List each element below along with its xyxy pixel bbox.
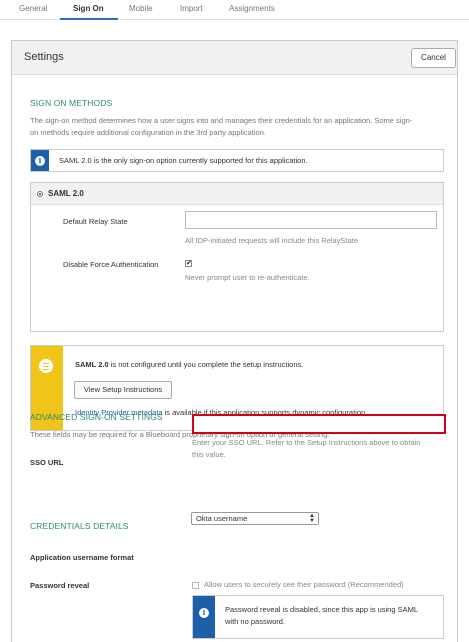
password-reveal-label: Password reveal bbox=[30, 581, 90, 590]
info-strip: i bbox=[193, 596, 215, 638]
saml-option-label: SAML 2.0 bbox=[48, 189, 84, 198]
info-icon: i bbox=[199, 608, 209, 618]
password-info-line-2: with no password. bbox=[225, 617, 286, 626]
relay-state-hint: All IDP-initiated requests will include … bbox=[185, 236, 358, 245]
password-info-line-1: Password reveal is disabled, since this … bbox=[225, 605, 419, 614]
saml-only-info-box: i SAML 2.0 is the only sign-on option cu… bbox=[30, 149, 444, 172]
tab-general[interactable]: General bbox=[19, 4, 47, 13]
sso-url-input[interactable] bbox=[192, 414, 446, 434]
password-reveal-checkbox[interactable] bbox=[192, 582, 199, 589]
sso-url-hint: Enter your SSO URL. Refer to the Setup I… bbox=[192, 437, 452, 461]
tab-mobile[interactable]: Mobile bbox=[129, 4, 153, 13]
setup-message-strong: SAML 2.0 bbox=[75, 360, 109, 369]
relay-state-input[interactable] bbox=[185, 211, 437, 229]
description-line-1: The sign-on method determines how a user… bbox=[30, 116, 413, 125]
select-arrows-icon: ▲ ▼ bbox=[309, 513, 315, 524]
password-reveal-info-text: Password reveal is disabled, since this … bbox=[225, 604, 418, 628]
password-reveal-option: Allow users to securely see their passwo… bbox=[204, 580, 404, 589]
username-format-label: Application username format bbox=[30, 553, 134, 562]
sso-hint-line-1: Enter your SSO URL. Refer to the Setup I… bbox=[192, 438, 421, 447]
info-strip: i bbox=[31, 150, 49, 171]
info-icon: i bbox=[35, 156, 45, 166]
description-line-2: on methods require additional configurat… bbox=[30, 128, 266, 137]
setup-message-text: is not configured until you complete the… bbox=[108, 360, 304, 369]
saml-option-header[interactable]: SAML 2.0 bbox=[31, 183, 443, 205]
sign-on-methods-description: The sign-on method determines how a user… bbox=[30, 115, 450, 139]
cancel-button[interactable]: Cancel bbox=[411, 48, 456, 68]
list-icon bbox=[39, 359, 53, 373]
app-tabs: General Sign On Mobile Import Assignment… bbox=[0, 0, 469, 20]
disable-force-auth-hint: Never prompt user to re-authenticate. bbox=[185, 273, 310, 282]
advanced-settings-title: ADVANCED SIGN-ON SETTINGS bbox=[30, 412, 163, 422]
tab-assignments[interactable]: Assignments bbox=[229, 4, 275, 13]
sso-url-label: SSO URL bbox=[30, 458, 64, 467]
username-format-value: Okta username bbox=[196, 514, 248, 523]
credentials-details-title: CREDENTIALS DETAILS bbox=[30, 521, 129, 531]
password-reveal-info-box: i Password reveal is disabled, since thi… bbox=[192, 595, 444, 639]
saml-options-box: SAML 2.0 Default Relay State All IDP-ini… bbox=[30, 182, 444, 332]
saml-only-info-text: SAML 2.0 is the only sign-on option curr… bbox=[59, 156, 308, 165]
tab-sign-on[interactable]: Sign On bbox=[73, 4, 104, 13]
tab-import[interactable]: Import bbox=[180, 4, 203, 13]
settings-panel: Settings Cancel SIGN ON METHODS The sign… bbox=[11, 40, 458, 642]
sso-hint-line-2: this value. bbox=[192, 450, 226, 459]
relay-state-label: Default Relay State bbox=[63, 217, 128, 226]
view-setup-instructions-button[interactable]: View Setup Instructions bbox=[74, 381, 172, 399]
setup-message: SAML 2.0 is not configured until you com… bbox=[75, 360, 303, 369]
disable-force-auth-label: Disable Force Authentication bbox=[63, 260, 159, 269]
username-format-select[interactable]: Okta username ▲ ▼ bbox=[191, 512, 319, 525]
panel-title: Settings bbox=[24, 51, 64, 63]
active-tab-indicator bbox=[60, 18, 118, 20]
panel-header: Settings Cancel bbox=[12, 41, 457, 75]
saml-radio[interactable] bbox=[37, 191, 43, 197]
disable-force-auth-checkbox[interactable]: ✔ bbox=[185, 260, 192, 267]
sign-on-methods-title: SIGN ON METHODS bbox=[30, 98, 113, 108]
